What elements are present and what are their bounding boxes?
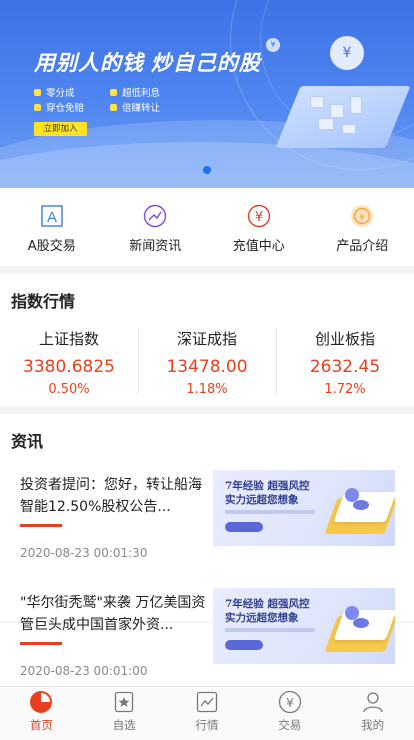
user-icon [361,690,385,714]
svg-text:¥: ¥ [359,213,365,223]
news-section: 资讯 投资者提问：您好，转让船海智能12.50%股权公告... 2020-08-… [0,414,414,686]
index-value: 13478.00 [166,357,248,377]
index-value: 3380.6825 [23,357,115,377]
tab-label: 首页 [29,718,53,732]
carousel-indicator[interactable] [203,166,211,174]
news-accent-bar [20,524,62,527]
index-name: 上证指数 [38,330,99,348]
trend-icon [143,204,167,228]
quick-item-label: 产品介绍 [336,239,389,254]
news-item[interactable]: 投资者提问：您好，转让船海智能12.50%股权公告... 2020-08-23 … [0,470,414,623]
news-date: 2020-08-23 00:01:30 [20,546,148,560]
news-thumbnail[interactable]: 7年经验 超强风控 实力远超您想象 [213,588,395,664]
quick-item-recharge[interactable]: ¥ 充值中心 [207,188,311,266]
quick-menu: A A股交易 新闻资讯 ¥ 充值中心 ¥ 产品介绍 [0,188,414,266]
svg-text:A: A [47,209,57,226]
news-title[interactable]: 投资者提问：您好，转让船海智能12.50%股权公告... [20,474,206,518]
svg-text:¥: ¥ [286,696,294,710]
quick-item-label: 新闻资讯 [129,239,182,254]
index-name: 创业板指 [314,330,375,348]
quick-item-label: 充值中心 [232,239,285,254]
product-icon: ¥ [350,204,374,228]
banner-feature: 穿仓免赔 [34,100,84,114]
quick-item-news[interactable]: 新闻资讯 [104,188,208,266]
section-title: 指数行情 [11,292,76,311]
banner-feature: 零分成 [34,85,75,99]
index-name: 深证成指 [176,330,237,348]
news-item[interactable]: "华尔街秃鹫"来袭 万亿美国资管巨头成中国首家外资... 2020-08-23 … [0,588,414,686]
tab-watchlist[interactable]: 自选 [83,687,166,740]
money-bag-icon: ¥ [330,36,364,70]
tab-label: 交易 [278,718,302,732]
section-title: 资讯 [11,432,44,451]
tab-home[interactable]: 首页 [0,687,83,740]
yen-icon: ¥ [247,204,271,228]
index-change: 0.50% [48,382,90,397]
star-icon [112,690,136,714]
index-card[interactable]: 创业板指 2632.45 1.72% [276,326,414,398]
bottom-tab-bar: 首页 自选 行情 ¥ 交易 我的 [0,686,414,740]
tab-label: 自选 [112,718,136,732]
tab-profile[interactable]: 我的 [331,687,414,740]
index-change: 1.18% [186,382,228,397]
coin-icon: ¥ [266,38,280,52]
tab-label: 行情 [195,718,219,732]
a-share-icon: A [40,204,64,228]
join-now-button[interactable]: 立即加入 [34,122,87,136]
news-title[interactable]: "华尔街秃鹫"来袭 万亿美国资管巨头成中国首家外资... [20,592,206,636]
index-quotes-section: 指数行情 上证指数 3380.6825 0.50% 深证成指 13478.00 … [0,274,414,406]
chart-icon [195,690,219,714]
quick-item-label: A股交易 [27,239,76,254]
index-list: 上证指数 3380.6825 0.50% 深证成指 13478.00 1.18%… [0,326,414,398]
home-icon [29,690,53,714]
index-change: 1.72% [324,382,366,397]
yen-circle-icon: ¥ [278,690,302,714]
svg-text:¥: ¥ [255,210,263,225]
index-card[interactable]: 上证指数 3380.6825 0.50% [0,326,138,398]
banner-feature: 超低利息 [110,85,160,99]
tab-trade[interactable]: ¥ 交易 [248,687,331,740]
tab-label: 我的 [361,718,385,732]
news-date: 2020-08-23 00:01:00 [20,664,148,678]
news-thumbnail[interactable]: 7年经验 超强风控 实力远超您想象 [213,470,395,546]
quick-item-a-share[interactable]: A A股交易 [0,188,104,266]
banner-headline: 用别人的钱 炒自己的股 [34,52,261,75]
tab-market[interactable]: 行情 [166,687,249,740]
index-card[interactable]: 深证成指 13478.00 1.18% [138,326,276,398]
promo-banner[interactable]: 用别人的钱 炒自己的股 零分成 超低利息 穿仓免赔 倍赚转让 立即加入 ¥ ¥ [0,0,414,188]
index-value: 2632.45 [309,357,381,377]
quick-item-product[interactable]: ¥ 产品介绍 [311,188,414,266]
banner-feature: 倍赚转让 [110,100,160,114]
news-accent-bar [20,642,62,645]
